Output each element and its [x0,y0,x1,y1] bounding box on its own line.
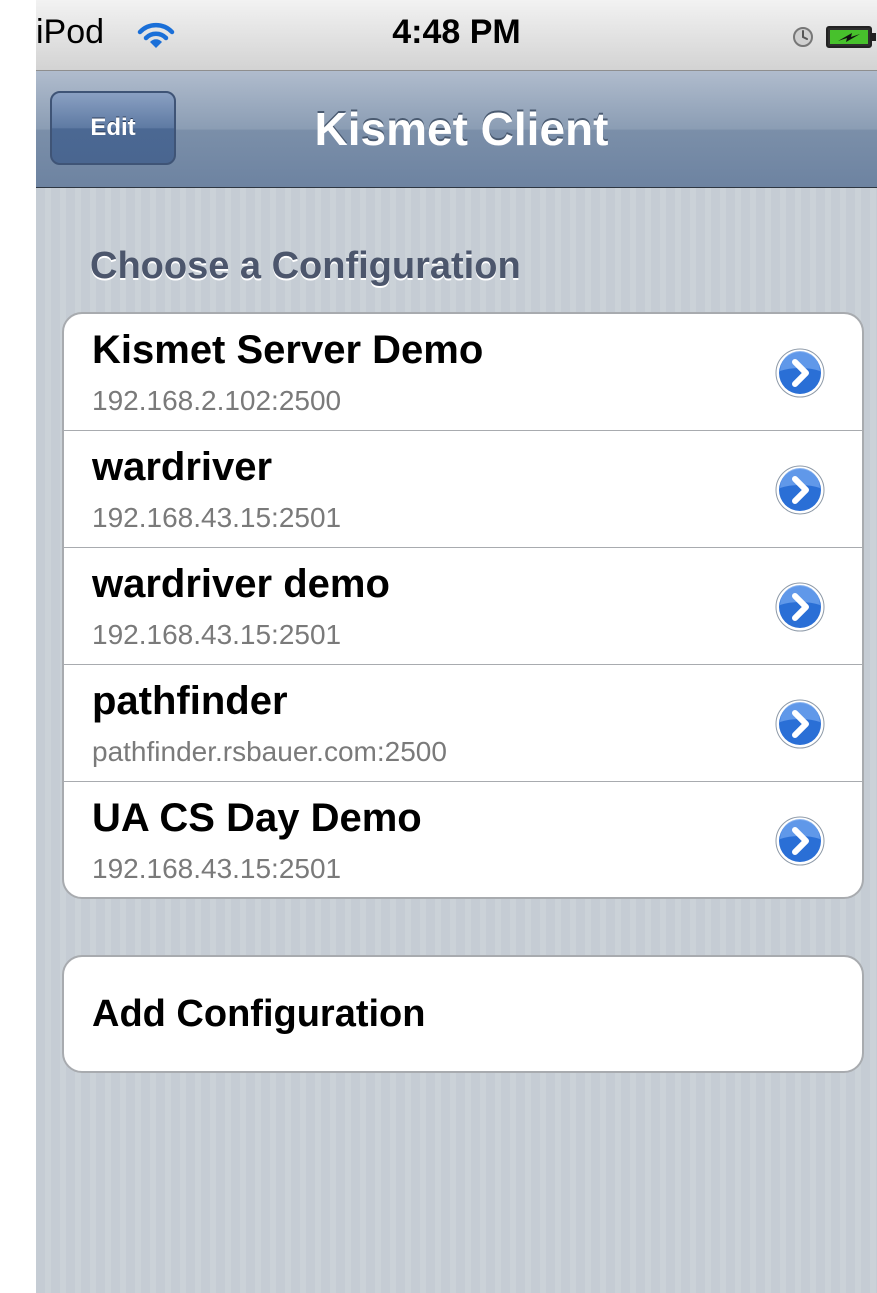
section-header: Choose a Configuration [90,245,521,287]
app-screen: iPod 4:48 PM Kismet Client Edit Choose a… [36,0,877,1293]
configuration-address: pathfinder.rsbauer.com:2500 [92,736,447,767]
configuration-name: wardriver [92,445,273,489]
configuration-address: 192.168.2.102:2500 [92,385,342,416]
configuration-row[interactable]: Kismet Server Demo 192.168.2.102:2500 [64,314,862,431]
configuration-row[interactable]: pathfinder pathfinder.rsbauer.com:2500 [64,665,862,782]
detail-disclosure-icon[interactable] [774,347,826,399]
battery-charging-icon [826,26,876,48]
detail-disclosure-icon[interactable] [774,581,826,633]
configuration-name: Kismet Server Demo [92,328,484,372]
configuration-row[interactable]: UA CS Day Demo 192.168.43.15:2501 [64,782,862,897]
configuration-address: 192.168.43.15:2501 [92,619,342,650]
lock-icon [793,27,813,47]
detail-disclosure-icon[interactable] [774,464,826,516]
detail-disclosure-icon[interactable] [774,815,826,867]
configuration-name: UA CS Day Demo [92,796,422,840]
navigation-bar: Kismet Client Edit [36,71,877,188]
detail-disclosure-icon[interactable] [774,698,826,750]
configuration-list: Kismet Server Demo 192.168.2.102:2500 wa… [62,312,864,899]
add-configuration-button[interactable]: Add Configuration [92,957,425,1071]
configuration-row[interactable]: wardriver demo 192.168.43.15:2501 [64,548,862,665]
configuration-name: wardriver demo [92,562,390,606]
status-time: 4:48 PM [392,13,521,51]
configuration-name: pathfinder [92,679,288,723]
configuration-address: 192.168.43.15:2501 [92,853,342,884]
add-configuration-group: Add Configuration [62,955,864,1073]
edit-button[interactable]: Edit [50,91,176,165]
status-bar: iPod 4:48 PM [36,0,877,71]
configuration-row[interactable]: wardriver 192.168.43.15:2501 [64,431,862,548]
configuration-address: 192.168.43.15:2501 [92,502,342,533]
